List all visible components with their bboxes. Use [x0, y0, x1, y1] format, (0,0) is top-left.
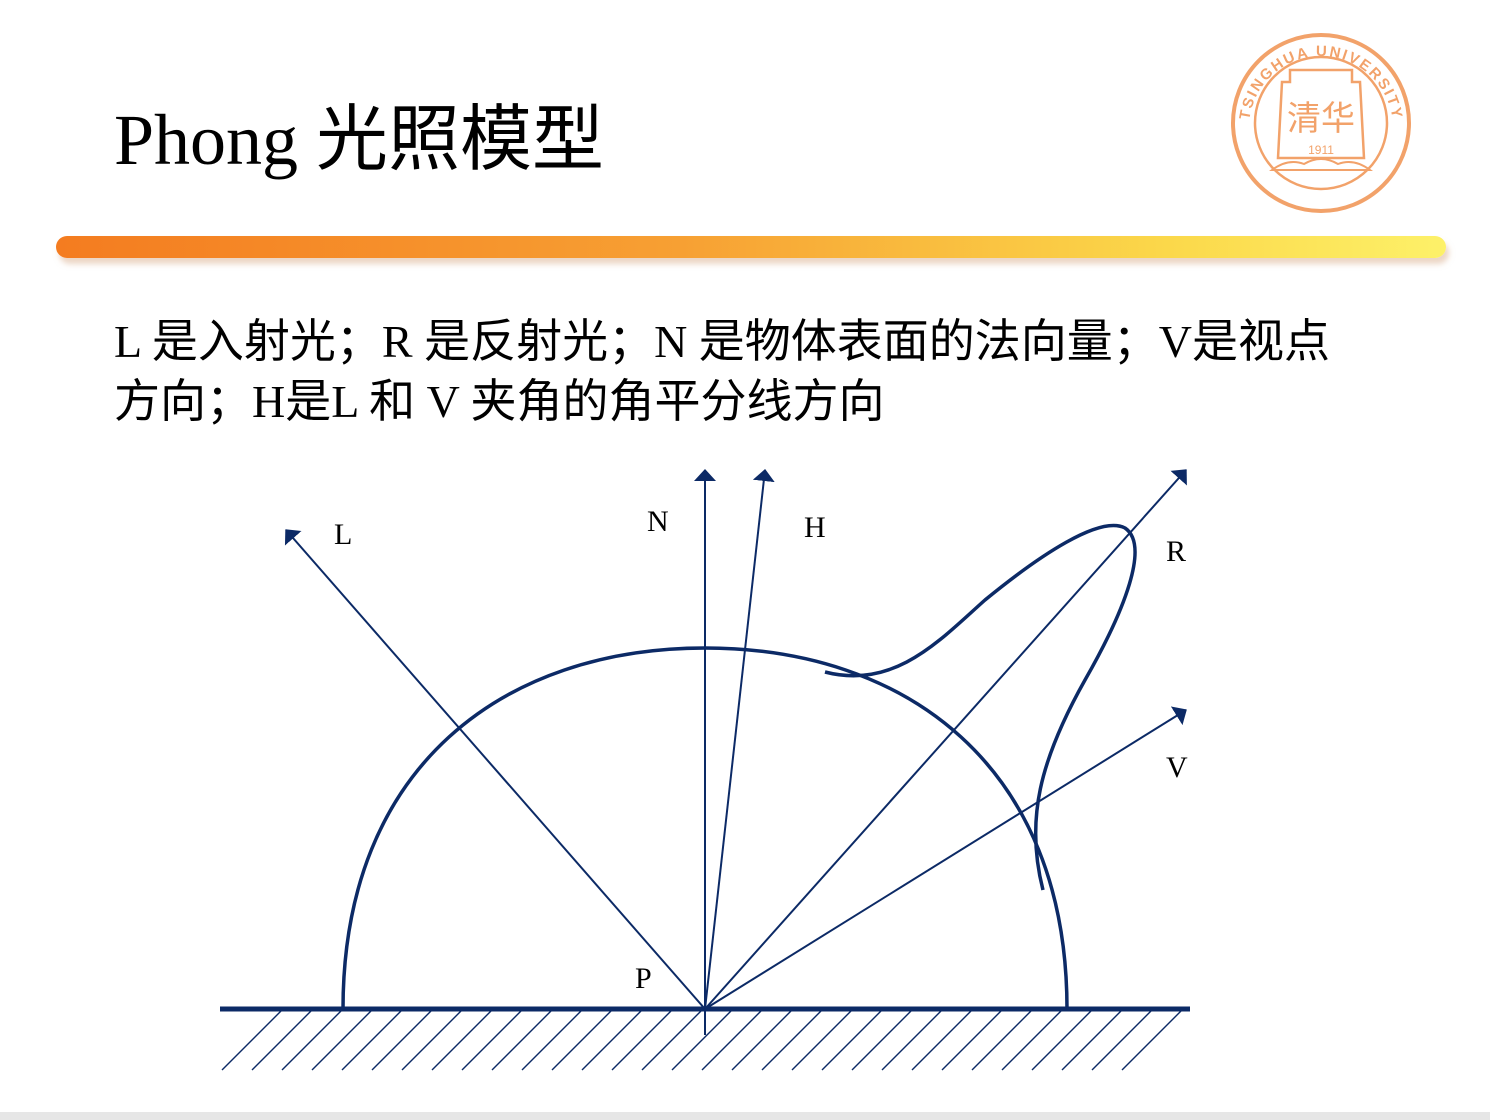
label-N: N	[647, 505, 669, 538]
label-V: V	[1166, 751, 1188, 784]
vector-V-arrow	[704, 706, 1187, 1010]
label-L: L	[334, 518, 352, 551]
label-R: R	[1166, 535, 1186, 568]
slide-title: Phong 光照模型	[114, 100, 605, 180]
slide-description: L 是入射光；R 是反射光；N 是物体表面的法向量；V是视点方向；H是L 和 V…	[114, 316, 1331, 427]
seal-center-glyphs: 清华	[1287, 99, 1355, 139]
label-H: H	[804, 511, 826, 544]
label-P: P	[635, 962, 652, 995]
surface-hatching	[221, 1009, 1183, 1071]
phong-diagram: L N H R V P	[220, 469, 1190, 1071]
bottom-edge-band	[0, 1112, 1490, 1120]
slide: Phong 光照模型 TSINGHUA UNIVERSITY 清华 1911 L…	[0, 0, 1490, 1120]
vector-R-arrow	[704, 469, 1187, 1010]
vector-H-arrow	[704, 469, 775, 1010]
title-underline-bar	[56, 236, 1446, 258]
seal-year: 1911	[1308, 143, 1334, 157]
tsinghua-seal-logo: TSINGHUA UNIVERSITY 清华 1911	[1231, 33, 1411, 213]
